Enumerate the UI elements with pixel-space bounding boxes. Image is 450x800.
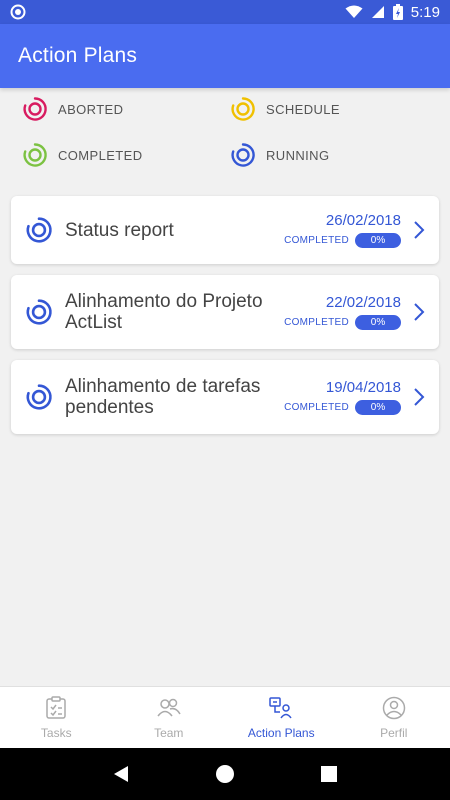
team-icon bbox=[157, 698, 181, 716]
notification-icon bbox=[10, 4, 26, 20]
chevron-right-icon bbox=[414, 388, 425, 406]
progress-badge: 0% bbox=[355, 315, 401, 330]
legend-item-aborted: ABORTED bbox=[22, 96, 230, 122]
status-ring-icon bbox=[23, 143, 47, 167]
legend-label: SCHEDULE bbox=[266, 101, 340, 117]
nav-label: Tasks bbox=[40, 725, 72, 740]
battery-icon bbox=[392, 4, 403, 20]
legend-item-schedule: SCHEDULE bbox=[230, 96, 430, 122]
status-ring-icon bbox=[231, 143, 255, 167]
action-plan-card[interactable]: Status report 26/02/2018 COMPLETED 0% bbox=[11, 196, 439, 264]
nav-item-tasks[interactable]: Tasks bbox=[0, 687, 113, 748]
plan-meta: 22/02/2018 COMPLETED 0% bbox=[284, 294, 401, 330]
chevron-right-icon bbox=[414, 303, 425, 321]
recents-icon[interactable] bbox=[320, 765, 338, 783]
plan-meta: 19/04/2018 COMPLETED 0% bbox=[284, 379, 401, 415]
plan-status: COMPLETED bbox=[284, 317, 349, 328]
status-ring-icon bbox=[26, 299, 52, 325]
back-icon[interactable] bbox=[112, 764, 130, 784]
app-bar: Action Plans bbox=[0, 24, 450, 88]
status-ring-icon bbox=[231, 97, 255, 121]
bottom-navigation: Tasks Team Action Plans Perfil bbox=[0, 686, 450, 748]
chevron-right-icon bbox=[414, 221, 425, 239]
plan-date: 26/02/2018 bbox=[325, 212, 401, 229]
action-plan-card[interactable]: Alinhamento de tarefas pendentes 19/04/2… bbox=[11, 360, 439, 434]
plan-title: Status report bbox=[65, 219, 174, 241]
nav-label: Perfil bbox=[380, 725, 408, 740]
plan-status: COMPLETED bbox=[284, 235, 349, 246]
nav-item-team[interactable]: Team bbox=[113, 687, 226, 748]
action-plan-card[interactable]: Alinhamento do Projeto ActList 22/02/201… bbox=[11, 275, 439, 349]
legend-item-completed: COMPLETED bbox=[22, 142, 230, 168]
page-title: Action Plans bbox=[18, 44, 138, 67]
nav-item-action-plans[interactable]: Action Plans bbox=[225, 687, 338, 748]
home-icon[interactable] bbox=[215, 764, 235, 784]
status-ring-icon bbox=[26, 384, 52, 410]
cellular-icon bbox=[371, 6, 384, 18]
status-ring-icon bbox=[23, 97, 47, 121]
status-time: 5:19 bbox=[410, 3, 440, 21]
nav-label: Team bbox=[154, 725, 184, 740]
legend-item-running: RUNNING bbox=[230, 142, 430, 168]
legend-label: ABORTED bbox=[58, 101, 124, 117]
plan-meta: 26/02/2018 COMPLETED 0% bbox=[284, 212, 401, 248]
progress-badge: 0% bbox=[355, 233, 401, 248]
plan-title: Alinhamento de tarefas pendentes bbox=[65, 376, 261, 418]
legend-label: RUNNING bbox=[266, 147, 330, 163]
tasks-icon bbox=[46, 695, 66, 719]
nav-item-perfil[interactable]: Perfil bbox=[338, 687, 450, 748]
action-plan-list: Status report 26/02/2018 COMPLETED 0% Al… bbox=[11, 196, 439, 445]
nav-label: Action Plans bbox=[247, 725, 315, 740]
progress-badge: 0% bbox=[355, 400, 401, 415]
status-bar: 5:19 bbox=[0, 0, 450, 24]
profile-icon bbox=[382, 696, 405, 719]
plan-status: COMPLETED bbox=[284, 402, 349, 413]
action-plans-icon bbox=[269, 696, 292, 718]
legend-label: COMPLETED bbox=[58, 147, 143, 163]
wifi-icon bbox=[345, 5, 363, 18]
plan-title: Alinhamento do Projeto ActList bbox=[65, 291, 263, 333]
system-navigation-bar bbox=[0, 748, 450, 800]
plan-date: 19/04/2018 bbox=[325, 379, 401, 396]
plan-date: 22/02/2018 bbox=[325, 294, 401, 311]
status-legend: ABORTED SCHEDULE COMPLETED RUNNING bbox=[22, 96, 432, 168]
status-ring-icon bbox=[26, 217, 52, 243]
